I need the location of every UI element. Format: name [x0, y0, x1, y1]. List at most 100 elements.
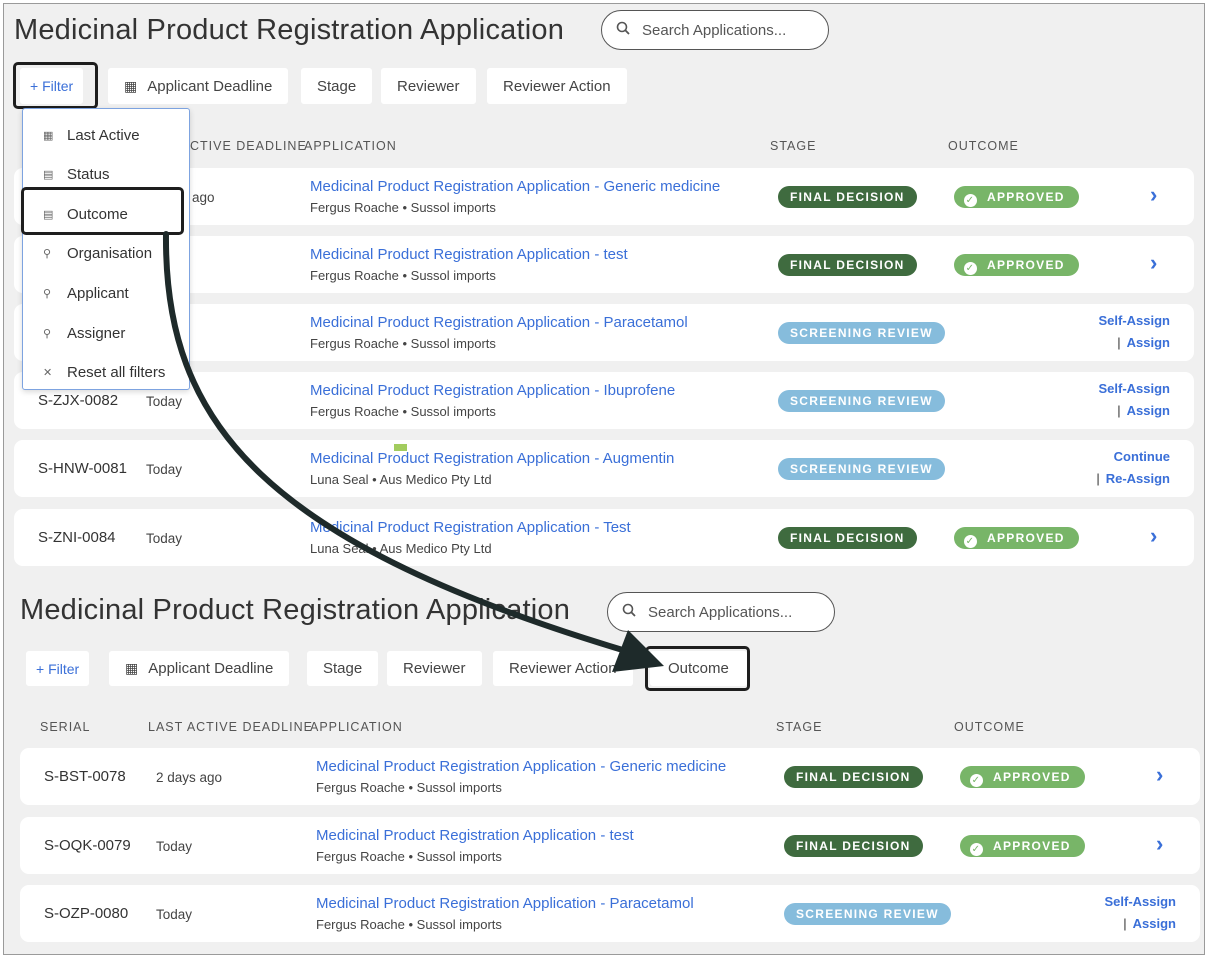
dropdown-item-organisation[interactable]: ⚲ Organisation — [23, 235, 189, 271]
serial: S-HNW-0081 — [38, 460, 127, 477]
application-link[interactable]: Medicinal Product Registration Applicati… — [310, 314, 688, 331]
dropdown-item-label: Last Active — [67, 126, 140, 144]
calendar-icon: ▦ — [43, 129, 54, 142]
application-link[interactable]: Medicinal Product Registration Applicati… — [310, 178, 720, 195]
filter-highlight — [13, 62, 98, 109]
reviewer-filter[interactable]: Reviewer — [387, 651, 482, 686]
top-panel: Medicinal Product Registration Applicati… — [4, 4, 1204, 579]
outcome-label: APPROVED — [987, 258, 1065, 272]
outcome-label: APPROVED — [993, 770, 1071, 784]
search-icon — [616, 21, 630, 39]
self-assign-link[interactable]: Self-Assign — [1098, 381, 1170, 396]
last-active: Today — [146, 531, 183, 546]
table-row[interactable]: S-ZNI-0084 Today Medicinal Product Regis… — [14, 509, 1194, 566]
outcome-badge: ✓ APPROVED — [960, 766, 1085, 788]
col-head-application: APPLICATION — [304, 139, 397, 153]
application-subtitle: Fergus Roache • Sussol imports — [316, 849, 502, 864]
serial: S-BST-0078 — [44, 768, 126, 785]
application-subtitle: Fergus Roache • Sussol imports — [310, 200, 496, 215]
table-row[interactable]: ago Medicinal Product Registration Appli… — [14, 168, 1194, 225]
application-subtitle: Luna Seal • Aus Medico Pty Ltd — [310, 472, 492, 487]
list-icon: ▤ — [43, 168, 54, 181]
application-subtitle: Fergus Roache • Sussol imports — [316, 780, 502, 795]
dropdown-item-last-active[interactable]: ▦ Last Active — [23, 117, 189, 153]
last-active: Today — [156, 907, 193, 922]
application-link[interactable]: Medicinal Product Registration Applicati… — [316, 895, 694, 912]
calendar-icon: ▦ — [125, 660, 139, 676]
chevron-right-icon[interactable]: › — [1150, 250, 1157, 276]
applicant-deadline-filter[interactable]: ▦ Applicant Deadline — [108, 68, 289, 104]
serial: S-OZP-0080 — [44, 905, 129, 922]
chevron-right-icon[interactable]: › — [1150, 182, 1157, 208]
application-link[interactable]: Medicinal Product Registration Applicati… — [310, 382, 675, 399]
application-link[interactable]: Medicinal Product Registration Applicati… — [316, 827, 634, 844]
check-circle-icon: ✓ — [964, 535, 977, 548]
table-row[interactable]: S-BST-0078 2 days ago Medicinal Product … — [20, 748, 1200, 805]
screenshot-frame: Medicinal Product Registration Applicati… — [3, 3, 1205, 955]
outcome-badge: ✓ APPROVED — [960, 835, 1085, 857]
chevron-right-icon[interactable]: › — [1156, 831, 1163, 857]
reassign-link-wrap: | Re-Assign — [1096, 471, 1170, 486]
close-icon: ✕ — [43, 366, 53, 379]
application-link[interactable]: Medicinal Product Registration Applicati… — [316, 758, 726, 775]
dropdown-item-reset[interactable]: ✕ Reset all filters — [23, 354, 189, 390]
last-active: Today — [146, 394, 183, 409]
last-active: 2 days ago — [156, 770, 223, 785]
application-subtitle: Fergus Roache • Sussol imports — [316, 917, 502, 932]
stage-filter[interactable]: Stage — [301, 68, 373, 104]
dropdown-item-label: Organisation — [67, 244, 153, 262]
reviewer-action-filter[interactable]: Reviewer Action — [493, 651, 633, 686]
table-row[interactable]: S-HNW-0081 Today Medicinal Product Regis… — [14, 440, 1194, 497]
self-assign-link[interactable]: Self-Assign — [1104, 894, 1176, 909]
search-input[interactable]: Search Applications... — [601, 10, 829, 50]
outcome-badge: ✓ APPROVED — [954, 254, 1079, 276]
self-assign-link[interactable]: Self-Assign — [1098, 313, 1170, 328]
outcome-filter-highlight — [645, 646, 750, 691]
stage-filter[interactable]: Stage — [307, 651, 379, 686]
green-marker — [394, 444, 407, 451]
chevron-right-icon[interactable]: › — [1150, 523, 1157, 549]
application-link[interactable]: Medicinal Product Registration Applicati… — [310, 519, 631, 536]
chevron-right-icon[interactable]: › — [1156, 762, 1163, 788]
dropdown-item-assigner[interactable]: ⚲ Assigner — [23, 315, 189, 351]
table-row[interactable]: S-OQK-0079 Today Medicinal Product Regis… — [20, 817, 1200, 874]
continue-link[interactable]: Continue — [1114, 449, 1170, 464]
application-link[interactable]: Medicinal Product Registration Applicati… — [310, 246, 628, 263]
stage-badge: SCREENING REVIEW — [784, 903, 951, 925]
outcome-highlight — [21, 187, 184, 235]
check-circle-icon: ✓ — [964, 194, 977, 207]
reviewer-filter[interactable]: Reviewer — [381, 68, 476, 104]
page-title: Medicinal Product Registration Applicati… — [20, 594, 571, 626]
dropdown-item-applicant[interactable]: ⚲ Applicant — [23, 275, 189, 311]
outcome-label: APPROVED — [987, 531, 1065, 545]
application-link[interactable]: Medicinal Product Registration Applicati… — [310, 450, 674, 467]
calendar-icon: ▦ — [124, 77, 138, 94]
serial: S-ZNI-0084 — [38, 529, 116, 546]
table-row[interactable]: Medicinal Product Registration Applicati… — [14, 236, 1194, 293]
applicant-deadline-filter[interactable]: ▦ Applicant Deadline — [109, 651, 290, 686]
stage-badge: FINAL DECISION — [784, 835, 923, 857]
assign-link[interactable]: Assign — [1127, 403, 1170, 418]
assign-link[interactable]: Assign — [1127, 335, 1170, 350]
assign-link-wrap: | Assign — [1123, 916, 1176, 931]
application-subtitle: Fergus Roache • Sussol imports — [310, 336, 496, 351]
search-input[interactable]: Search Applications... — [607, 592, 835, 632]
filter-button[interactable]: + Filter — [26, 651, 90, 686]
table-row[interactable]: S-OZP-0080 Today Medicinal Product Regis… — [20, 885, 1200, 942]
applicant-deadline-label: Applicant Deadline — [148, 660, 274, 677]
application-subtitle: Luna Seal • Aus Medico Pty Ltd — [310, 541, 492, 556]
dropdown-item-label: Assigner — [67, 324, 126, 342]
table-row[interactable]: S-ZJX-0082 Today Medicinal Product Regis… — [14, 372, 1194, 429]
reviewer-action-filter[interactable]: Reviewer Action — [487, 68, 627, 104]
table-row[interactable]: Medicinal Product Registration Applicati… — [14, 304, 1194, 361]
col-head-stage: STAGE — [770, 139, 817, 153]
search-icon — [622, 603, 636, 621]
outcome-label: APPROVED — [987, 190, 1065, 204]
stage-badge: SCREENING REVIEW — [778, 390, 945, 412]
filter-dropdown-menu: ▦ Last Active ▤ Status ▤ Outcome ⚲ Organisat… — [22, 108, 190, 390]
reassign-link[interactable]: Re-Assign — [1106, 471, 1170, 486]
assign-link[interactable]: Assign — [1133, 916, 1176, 931]
check-circle-icon: ✓ — [970, 774, 983, 787]
page-title: Medicinal Product Registration Applicati… — [14, 14, 565, 46]
col-head-outcome: OUTCOME — [954, 720, 1025, 734]
